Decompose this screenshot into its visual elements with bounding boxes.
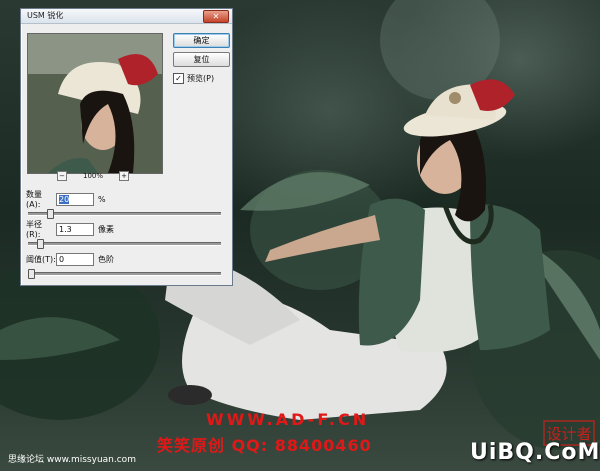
watermark-url: WWW.AD-F.CN — [206, 410, 370, 429]
threshold-input[interactable]: 0 — [56, 252, 94, 266]
amount-slider[interactable] — [28, 209, 221, 219]
watermark-logo: UiBQ.CoM — [470, 440, 600, 465]
amount-input[interactable]: 20 — [56, 192, 94, 206]
ok-button[interactable]: 确定 — [173, 33, 230, 48]
dialog-titlebar[interactable]: USM 锐化 ✕ — [21, 9, 232, 24]
radius-slider-thumb[interactable] — [37, 239, 44, 249]
amount-slider-thumb[interactable] — [47, 209, 54, 219]
radius-unit: 像素 — [98, 224, 114, 234]
close-button[interactable]: ✕ — [203, 10, 229, 23]
dialog-title: USM 锐化 — [27, 11, 64, 20]
threshold-row: 阈值(T): 0 色阶 — [26, 252, 114, 266]
watermark-site: 思缘论坛 www.missyuan.com — [8, 455, 136, 465]
preview-thumbnail[interactable] — [27, 33, 163, 174]
radius-input[interactable]: 1.3 — [56, 222, 94, 236]
radius-row: 半径(R): 1.3 像素 — [26, 220, 114, 239]
plus-icon: + — [121, 172, 127, 180]
preview-label: 预览(P) — [187, 74, 215, 83]
radius-slider[interactable] — [28, 239, 221, 249]
threshold-label: 阈值(T): — [26, 254, 56, 264]
zoom-controls: − 100% + — [57, 171, 129, 183]
amount-row: 数量(A): 20 % — [26, 190, 106, 209]
amount-unit: % — [98, 194, 106, 204]
amount-label: 数量(A): — [26, 190, 42, 209]
zoom-in-button[interactable]: + — [119, 171, 129, 181]
zoom-level: 100% — [83, 172, 104, 180]
watermark-qq: 笑笑原创 QQ: 88400460 — [157, 436, 372, 455]
radius-label: 半径(R): — [26, 220, 42, 239]
checkmark-icon: ✓ — [175, 74, 182, 83]
threshold-slider[interactable] — [28, 269, 221, 279]
zoom-out-button[interactable]: − — [57, 171, 67, 181]
preview-checkbox-row[interactable]: ✓ 预览(P) — [173, 73, 214, 84]
threshold-unit: 色阶 — [98, 254, 114, 264]
preview-image — [28, 34, 162, 173]
threshold-slider-thumb[interactable] — [28, 269, 35, 279]
usm-sharpen-dialog: USM 锐化 ✕ 确定 复位 ✓ 预览(P) − 100% + 数量(A): 2… — [20, 8, 233, 286]
reset-button[interactable]: 复位 — [173, 52, 230, 67]
minus-icon: − — [59, 172, 65, 180]
preview-checkbox[interactable]: ✓ — [173, 73, 184, 84]
close-icon: ✕ — [212, 12, 220, 21]
